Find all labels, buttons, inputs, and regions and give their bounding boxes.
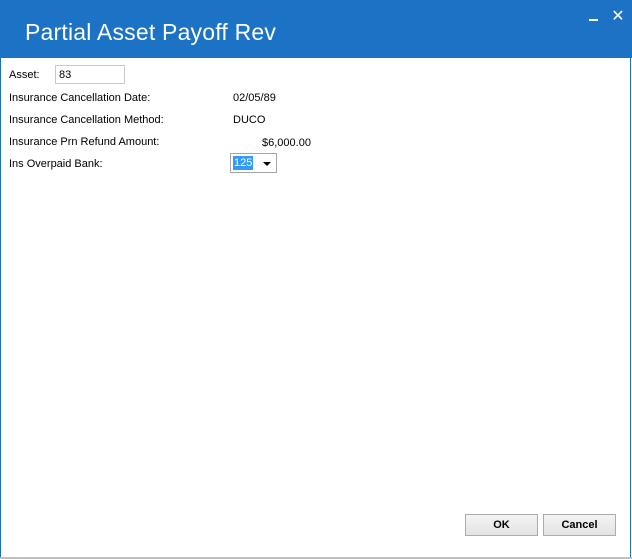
cancellation-date-value: 02/05/89: [233, 92, 276, 104]
refund-amount-label: Insurance Prn Refund Amount:: [9, 136, 160, 148]
asset-input[interactable]: [55, 65, 125, 84]
cancellation-method-value: DUCO: [233, 114, 266, 126]
overpaid-bank-label: Ins Overpaid Bank:: [9, 158, 103, 170]
cancellation-method-label: Insurance Cancellation Method:: [9, 114, 164, 126]
overpaid-bank-select[interactable]: 125: [230, 153, 277, 173]
close-button[interactable]: ✕: [608, 8, 628, 26]
minimize-icon: [589, 19, 598, 21]
close-icon: ✕: [611, 8, 625, 25]
minimize-button[interactable]: [584, 8, 604, 26]
ok-button[interactable]: OK: [465, 514, 538, 536]
refund-amount-value: $6,000.00: [262, 137, 311, 149]
cancel-button[interactable]: Cancel: [543, 514, 616, 536]
cancellation-date-label: Insurance Cancellation Date:: [9, 92, 151, 104]
chevron-down-icon[interactable]: [263, 162, 271, 166]
asset-label: Asset:: [9, 69, 40, 81]
dialog-title: Partial Asset Payoff Rev: [25, 19, 277, 45]
overpaid-bank-selected-value: 125: [233, 156, 254, 170]
title-bar[interactable]: Partial Asset Payoff Rev ✕: [0, 0, 632, 58]
